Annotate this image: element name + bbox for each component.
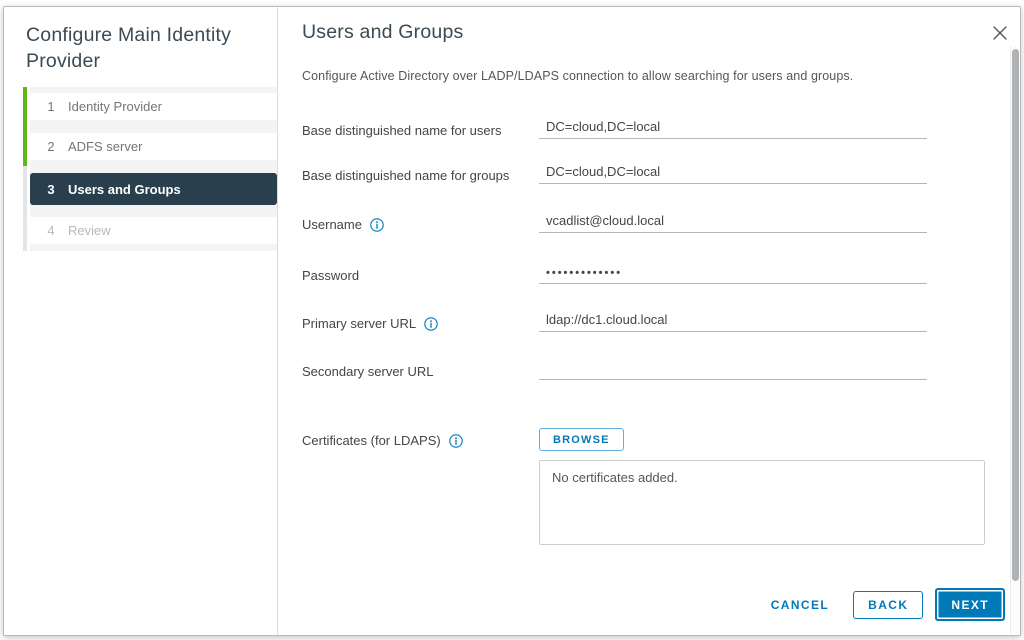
- sidebar-step-users-and-groups[interactable]: 3 Users and Groups: [30, 173, 277, 205]
- password-input[interactable]: [539, 262, 927, 284]
- field-label: Secondary server URL: [302, 364, 434, 379]
- step-label: Review: [68, 223, 111, 238]
- field-row-username: Username: [302, 211, 927, 246]
- field-row-base-dn-groups: Base distinguished name for groups: [302, 162, 927, 197]
- step-number: 1: [47, 99, 55, 114]
- page-title: Users and Groups: [302, 21, 464, 43]
- wizard-title: Configure Main Identity Provider: [26, 24, 232, 72]
- next-button[interactable]: NEXT: [935, 588, 1005, 621]
- field-label-text: Username: [302, 217, 362, 232]
- step-number: 4: [47, 223, 55, 238]
- field-label: Certificates (for LDAPS): [302, 432, 463, 449]
- step-number: 3: [47, 181, 55, 197]
- field-row-primary-server-url: Primary server URL: [302, 310, 927, 345]
- browse-button[interactable]: BROWSE: [539, 428, 624, 451]
- cancel-button[interactable]: CANCEL: [769, 592, 831, 618]
- secondary-server-url-input[interactable]: [539, 358, 927, 380]
- primary-server-url-input[interactable]: [539, 310, 927, 332]
- configure-identity-provider-dialog: Configure Main Identity Provider 1 Ident…: [3, 6, 1021, 636]
- base-dn-groups-input[interactable]: [539, 162, 927, 184]
- field-label-text: Certificates (for LDAPS): [302, 433, 441, 448]
- step-label: ADFS server: [68, 139, 143, 154]
- step-label: Users and Groups: [68, 181, 181, 197]
- field-label: Base distinguished name for users: [302, 123, 502, 138]
- step-progress-bar: [23, 87, 27, 166]
- close-icon[interactable]: [991, 24, 1009, 42]
- username-input[interactable]: [539, 211, 927, 233]
- field-label: Username: [302, 216, 384, 233]
- field-label: Password: [302, 268, 360, 283]
- page-description: Configure Active Directory over LADP/LDA…: [302, 69, 854, 83]
- back-button[interactable]: BACK: [853, 590, 924, 619]
- scrollbar-track[interactable]: [1010, 46, 1020, 634]
- wizard-page-content: Users and Groups Configure Active Direct…: [278, 7, 1020, 635]
- info-icon[interactable]: [448, 433, 463, 448]
- screen: Configure Main Identity Provider 1 Ident…: [0, 0, 1024, 640]
- certificates-list-box: No certificates added.: [539, 460, 985, 545]
- step-progress-track: [23, 87, 27, 251]
- field-label: Base distinguished name for groups: [302, 168, 510, 183]
- close-x-glyph: [993, 26, 1007, 40]
- certificates-empty-text: No certificates added.: [552, 470, 678, 485]
- field-row-base-dn-users: Base distinguished name for users: [302, 117, 927, 152]
- wizard-step-sidebar: Configure Main Identity Provider 1 Ident…: [4, 7, 278, 635]
- step-number: 2: [47, 139, 55, 154]
- field-row-certificates: Certificates (for LDAPS) BROWSE: [302, 428, 624, 462]
- wizard-footer: CANCEL BACK NEXT: [769, 588, 1005, 621]
- step-label: Identity Provider: [68, 99, 162, 114]
- field-row-secondary-server-url: Secondary server URL: [302, 358, 927, 393]
- sidebar-step-identity-provider[interactable]: 1 Identity Provider: [30, 93, 277, 120]
- sidebar-step-review: 4 Review: [30, 217, 277, 244]
- scrollbar-thumb[interactable]: [1012, 49, 1019, 581]
- info-icon[interactable]: [424, 316, 438, 331]
- field-label-text: Primary server URL: [302, 316, 417, 331]
- field-row-password: Password: [302, 262, 927, 297]
- info-icon[interactable]: [370, 217, 384, 232]
- field-label: Primary server URL: [302, 315, 438, 332]
- base-dn-users-input[interactable]: [539, 117, 927, 139]
- sidebar-step-adfs-server[interactable]: 2 ADFS server: [30, 133, 277, 160]
